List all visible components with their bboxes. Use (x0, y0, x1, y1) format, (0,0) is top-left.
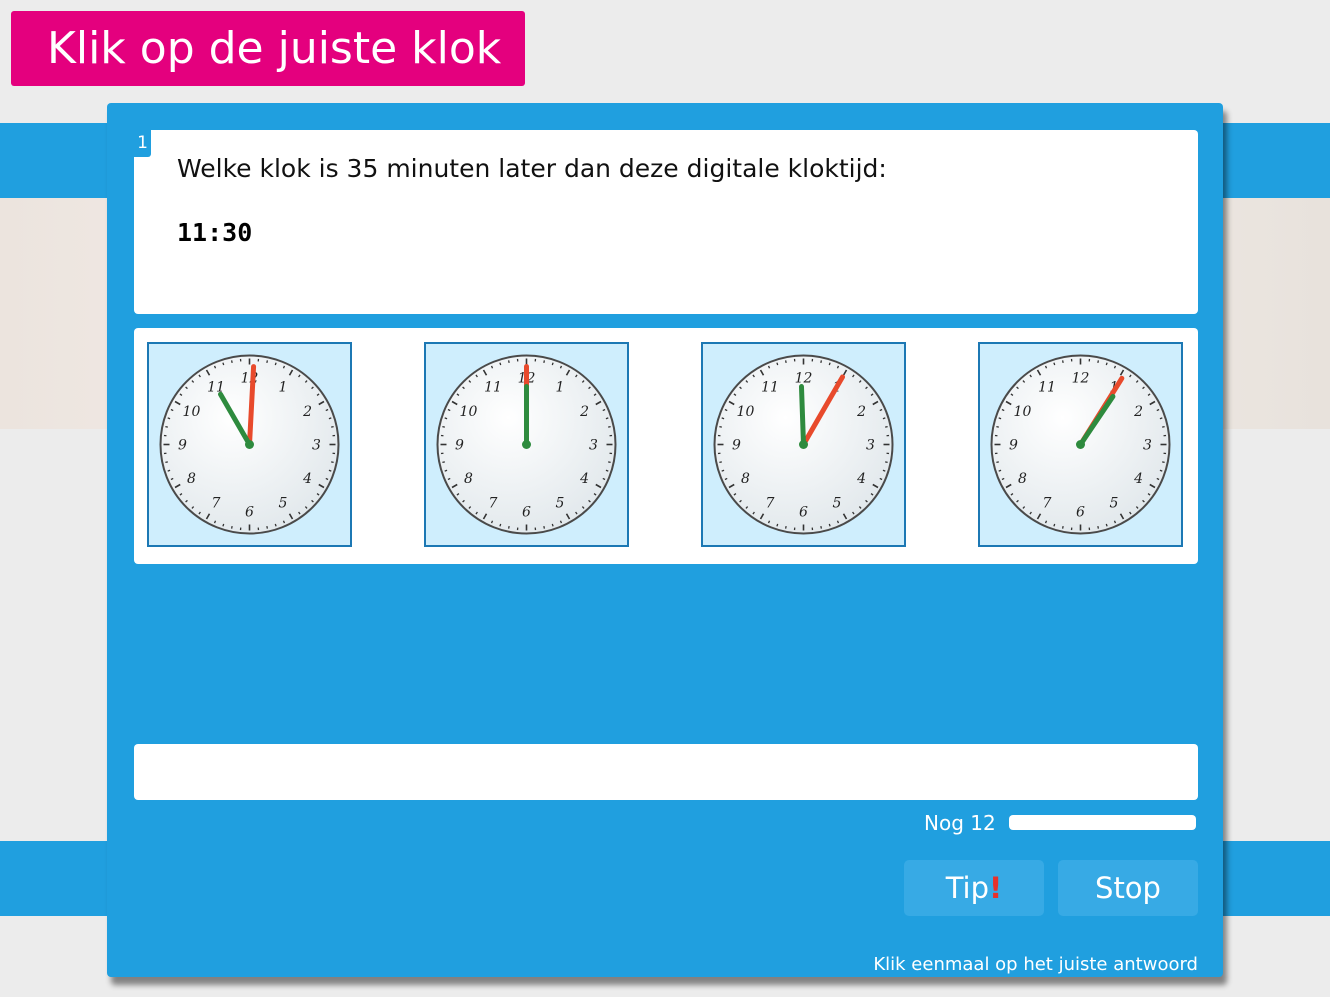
clock-numeral: 9 (732, 438, 741, 454)
clock-numeral: 4 (579, 471, 589, 487)
question-number: 1 (134, 130, 151, 157)
clock-numeral: 11 (484, 379, 502, 395)
digital-time: 11:30 (177, 218, 253, 247)
clock-numeral: 4 (302, 471, 312, 487)
clock-numeral: 6 (1076, 505, 1085, 521)
clock-numeral: 3 (589, 438, 598, 454)
clock-option-1[interactable]: 12 1 2 3 4 5 6 7 8 9 10 11 (147, 342, 352, 547)
clock-numeral: 1 (279, 379, 288, 395)
clock-numeral: 6 (522, 505, 531, 521)
clock-numeral: 5 (833, 496, 842, 512)
progress-bar (1009, 815, 1196, 830)
tip-button[interactable]: Tip! (904, 860, 1044, 916)
clock-numeral: 5 (556, 496, 565, 512)
clock-numeral: 9 (455, 438, 464, 454)
clock-face-icon: 121234567891011 (713, 354, 894, 535)
progress-fill (1009, 815, 1196, 830)
clock-numeral: 10 (183, 404, 201, 420)
clock-numeral: 5 (1110, 496, 1119, 512)
clock-numeral: 9 (178, 438, 187, 454)
clock-numeral: 11 (761, 379, 779, 395)
clock-numeral: 2 (1133, 404, 1143, 420)
clock-numeral: 7 (766, 496, 775, 512)
clock-numeral: 1 (556, 379, 565, 395)
clock-option-2[interactable]: 121234567891011 (424, 342, 629, 547)
clock-face-icon: 121234567891011 (436, 354, 617, 535)
clock-numeral: 4 (856, 471, 866, 487)
clock-numeral: 12 (1072, 371, 1090, 387)
clock-numeral: 8 (741, 471, 750, 487)
exercise-panel: 1 Welke klok is 35 minuten later dan dez… (107, 103, 1223, 977)
clock-numeral: 10 (460, 404, 478, 420)
clock-numeral: 6 (245, 505, 254, 521)
clock-numeral: 8 (464, 471, 473, 487)
clock-numeral: 12 (795, 371, 813, 387)
clock-numeral: 8 (1018, 471, 1027, 487)
clock-face-icon: 121234567891011 (990, 354, 1171, 535)
clock-numeral: 2 (302, 404, 312, 420)
clock-numeral: 6 (799, 505, 808, 521)
clock-numeral: 3 (1143, 438, 1152, 454)
clock-numeral: 7 (1043, 496, 1052, 512)
clock-face-icon: 121234567891011 (159, 354, 340, 535)
clock-numeral: 4 (1133, 471, 1143, 487)
clock-numeral: 11 (1038, 379, 1056, 395)
clock-numeral: 5 (279, 496, 288, 512)
page-title: Klik op de juiste klok (11, 11, 525, 86)
question-text: Welke klok is 35 minuten later dan deze … (177, 154, 887, 183)
clock-numeral: 7 (212, 496, 221, 512)
remaining-count: Nog 12 (924, 811, 996, 835)
instruction-text: Klik eenmaal op het juiste antwoord (873, 954, 1198, 975)
clock-numeral: 2 (579, 404, 589, 420)
clock-numeral: 3 (312, 438, 321, 454)
clock-numeral: 8 (187, 471, 196, 487)
clock-option-3[interactable]: 121234567891011 (701, 342, 906, 547)
clock-numeral: 2 (856, 404, 866, 420)
clock-numeral: 10 (1014, 404, 1032, 420)
feedback-area (134, 744, 1198, 800)
clock-numeral: 3 (866, 438, 875, 454)
clock-numeral: 10 (737, 404, 755, 420)
question-box: 1 Welke klok is 35 minuten later dan dez… (134, 130, 1198, 314)
answer-options: 121234567891011 121234567891011 12123456… (134, 328, 1198, 564)
clock-option-4[interactable]: 121234567891011 (978, 342, 1183, 547)
exclamation-icon: ! (989, 871, 1003, 905)
clock-numeral: 9 (1009, 438, 1018, 454)
stop-button[interactable]: Stop (1058, 860, 1198, 916)
clock-numeral: 12 (241, 371, 259, 387)
clock-numeral: 7 (489, 496, 498, 512)
tip-label: Tip (945, 871, 990, 905)
